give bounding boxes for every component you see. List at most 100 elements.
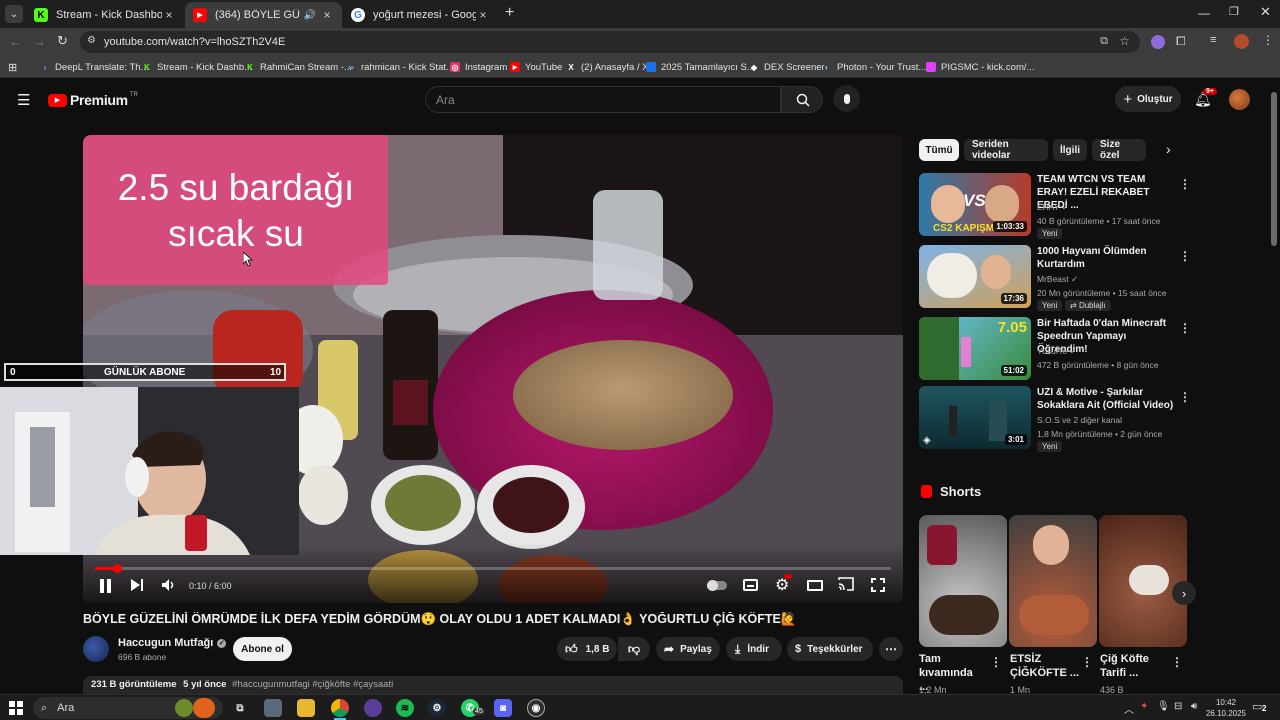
recommendation-title[interactable]: UZI & Motive - Şarkılar Sokaklara Ait (O… xyxy=(1037,386,1177,412)
recommendation-channel[interactable]: S.O.S ve 2 diğer kanal xyxy=(1037,415,1122,425)
bookmark-rahmican-stream[interactable]: K RahmiCan Stream -... xyxy=(245,60,352,74)
create-button[interactable]: + Oluştur xyxy=(1115,86,1181,112)
chip-related[interactable]: İlgili xyxy=(1053,139,1087,161)
recommendation-item[interactable]: ◈ 3:01 UZI & Motive - Şarkılar Sokaklara… xyxy=(919,386,1191,452)
video-thumbnail[interactable]: 17:36 xyxy=(919,245,1031,308)
more-vert-icon[interactable]: ⋮ xyxy=(1179,249,1191,263)
video-thumbnail[interactable]: ◈ 3:01 xyxy=(919,386,1031,449)
address-bar[interactable]: ⚙ youtube.com/watch?v=lhoSZTh2V4E ⧉ ☆ xyxy=(80,31,1140,53)
profile-avatar[interactable] xyxy=(1234,34,1249,49)
bookmark-x[interactable]: X (2) Anasayfa / X xyxy=(566,60,648,74)
pause-button[interactable] xyxy=(100,579,112,593)
bookmark-instagram[interactable]: ◎ Instagram xyxy=(450,60,507,74)
chip-series[interactable]: Seriden videolar xyxy=(964,139,1048,161)
short-title[interactable]: Çiğ Köfte Tarifi ... xyxy=(1100,652,1165,680)
steam-icon[interactable]: ⚙ xyxy=(428,699,446,717)
more-vert-icon[interactable]: ⋮ xyxy=(1081,655,1093,669)
notification-center-icon[interactable]: ▭ xyxy=(1252,700,1262,713)
hashtags[interactable]: #haccugunmutfagi #çiğköfte #çaysaati xyxy=(232,679,393,690)
recommendation-item[interactable]: 7.05 51:02 Bir Haftada 0'dan Minecraft S… xyxy=(919,317,1191,381)
bookmark-youtube[interactable]: ▶ YouTube xyxy=(510,60,562,74)
task-view-icon[interactable]: ⧉ xyxy=(231,699,249,717)
thanks-button[interactable]: $ Teşekkürler xyxy=(787,637,873,661)
bookmark-star-icon[interactable]: ☆ xyxy=(1119,34,1130,48)
tab-close-icon[interactable]: × xyxy=(476,8,490,22)
recommendation-channel[interactable]: ERAY ✓ xyxy=(1037,202,1069,213)
search-button[interactable] xyxy=(781,86,823,113)
more-vert-icon[interactable]: ⋮ xyxy=(1171,655,1183,669)
reload-icon[interactable]: ↻ xyxy=(57,33,68,49)
dislike-button[interactable]: 👎︎ xyxy=(618,637,650,661)
media-control-icon[interactable]: ≡ xyxy=(1210,34,1216,46)
spotify-icon[interactable]: ≋ xyxy=(396,699,414,717)
folder-icon[interactable] xyxy=(297,699,315,717)
short-title[interactable]: ETSİZ ÇİĞKÖFTE ... xyxy=(1010,652,1080,680)
search-input[interactable]: Ara xyxy=(425,86,781,113)
extension-icon[interactable] xyxy=(1151,35,1165,49)
obs-icon[interactable]: ◉ xyxy=(527,699,545,717)
chevron-right-icon[interactable]: › xyxy=(1166,141,1171,157)
browser-tab-youtube[interactable]: ▶ (364) BÖYLE GÜZELİNİ ÖMÜ 🔊 × xyxy=(185,2,342,28)
autoplay-toggle[interactable] xyxy=(707,580,727,591)
browser-menu-icon[interactable]: ⋮ xyxy=(1262,33,1274,47)
notifications-button[interactable]: 🔔︎ 9+ xyxy=(1194,88,1217,108)
start-button[interactable] xyxy=(9,701,23,715)
tab-close-icon[interactable]: × xyxy=(162,8,176,22)
short-thumbnail[interactable] xyxy=(919,515,1007,647)
taskbar-search[interactable]: ⌕ Ara xyxy=(33,697,223,719)
description-box[interactable]: 231 B görüntüleme 5 yıl önce #haccugunmu… xyxy=(83,676,903,694)
hamburger-menu-icon[interactable]: ☰ xyxy=(17,91,30,109)
tab-close-icon[interactable]: × xyxy=(320,8,334,22)
progress-bar[interactable] xyxy=(95,564,891,573)
recommendation-title[interactable]: 1000 Hayvanı Ölümden Kurtardım xyxy=(1037,245,1177,271)
bookmark-photon[interactable]: ◐ Photon - Your Trust... xyxy=(822,60,927,74)
volume-tray-icon[interactable]: 🔊︎ xyxy=(1191,701,1197,712)
tray-app-icon[interactable]: ✦ xyxy=(1140,701,1148,712)
shorts-next-button[interactable]: › xyxy=(1172,581,1196,605)
clock[interactable]: 10:42 26.10.2025 xyxy=(1202,697,1250,719)
bookmark-supplements[interactable]: 2025 Tamamlayıcı S... xyxy=(646,60,755,74)
recommendation-channel[interactable]: YusufTe ✓ xyxy=(1037,346,1077,357)
microphone-tray-icon[interactable]: 🎙︎ xyxy=(1157,701,1170,712)
theater-mode-button[interactable] xyxy=(807,580,823,591)
speaker-icon[interactable]: 🔊 xyxy=(304,10,316,21)
maximize-button[interactable]: ❐ xyxy=(1229,5,1239,18)
video-thumbnail[interactable]: 7.05 51:02 xyxy=(919,317,1031,380)
cast-button[interactable] xyxy=(838,577,854,596)
voice-search-button[interactable] xyxy=(833,85,860,112)
youtube-logo[interactable]: ▶ Premium TR xyxy=(48,92,138,108)
recommendation-channel[interactable]: MrBeast ✓ xyxy=(1037,274,1078,285)
bookmark-rahmican-stats[interactable]: ∞ rahmican - Kick Stat... xyxy=(346,60,454,74)
share-button[interactable]: ➦ Paylaş xyxy=(656,637,720,661)
network-icon[interactable]: ⊟ xyxy=(1174,701,1182,712)
subscribe-button[interactable]: Abone ol xyxy=(233,637,292,661)
next-button[interactable] xyxy=(130,578,144,597)
more-vert-icon[interactable]: ⋮ xyxy=(990,655,1002,669)
bookmark-pigsmc[interactable]: PIGSMC - kick.com/... xyxy=(926,60,1034,74)
account-avatar[interactable] xyxy=(1229,89,1250,110)
recommendation-item[interactable]: 17:36 1000 Hayvanı Ölümden Kurtardım MrB… xyxy=(919,245,1191,311)
channel-avatar[interactable] xyxy=(83,636,109,662)
more-vert-icon[interactable]: ⋮ xyxy=(1179,177,1191,191)
more-actions-button[interactable]: ⋯ xyxy=(879,637,903,661)
back-icon[interactable]: ← xyxy=(9,34,22,49)
more-vert-icon[interactable]: ⋮ xyxy=(1179,390,1191,404)
settings-button[interactable]: ⚙ xyxy=(775,574,792,595)
tab-search-button[interactable]: ⌄ xyxy=(5,5,23,23)
browser-tab-google[interactable]: G yoğurt mezesi - Google'da Ara × xyxy=(343,2,498,28)
chip-for-you[interactable]: Size özel xyxy=(1092,139,1146,161)
short-thumbnail[interactable] xyxy=(1009,515,1097,647)
forward-icon[interactable]: → xyxy=(33,34,46,49)
browser-profile-icon[interactable] xyxy=(364,699,382,717)
discord-icon[interactable]: ◙ xyxy=(494,699,512,717)
chrome-icon[interactable] xyxy=(331,699,349,717)
site-info-icon[interactable]: ⚙ xyxy=(87,35,96,46)
download-button[interactable]: ⤓ İndir xyxy=(726,637,782,661)
bookmark-deepl[interactable]: › DeepL Translate: Th... xyxy=(40,60,149,74)
subtitles-button[interactable] xyxy=(743,579,758,591)
more-vert-icon[interactable]: ⋮ xyxy=(1179,321,1191,335)
bookmark-dex-screener[interactable]: ◆ DEX Screener xyxy=(749,60,825,74)
close-window-button[interactable]: ✕ xyxy=(1260,4,1271,20)
video-thumbnail[interactable]: VS CS2 KAPIŞMA 1:03:33 xyxy=(919,173,1031,236)
file-manager-icon[interactable] xyxy=(264,699,282,717)
